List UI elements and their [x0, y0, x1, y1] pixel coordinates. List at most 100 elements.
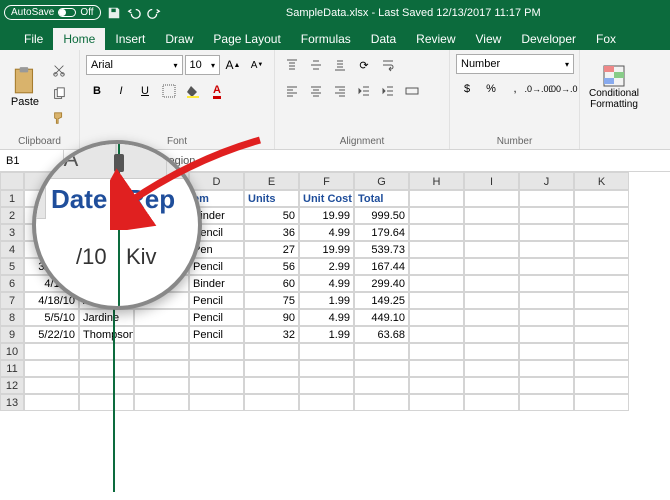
- cell[interactable]: [79, 377, 134, 394]
- row-header[interactable]: 1: [0, 190, 24, 207]
- cell[interactable]: [464, 309, 519, 326]
- cell[interactable]: [409, 258, 464, 275]
- borders-icon[interactable]: [158, 80, 180, 102]
- cell[interactable]: [409, 241, 464, 258]
- cell[interactable]: [519, 292, 574, 309]
- cell[interactable]: 5/22/10: [24, 326, 79, 343]
- cell[interactable]: [409, 343, 464, 360]
- cell[interactable]: [464, 275, 519, 292]
- cell[interactable]: [574, 292, 629, 309]
- row-header[interactable]: 4: [0, 241, 24, 258]
- underline-button[interactable]: U: [134, 80, 156, 102]
- format-painter-icon[interactable]: [48, 107, 70, 129]
- increase-decimal-icon[interactable]: .0→.00: [528, 78, 550, 100]
- cell[interactable]: 1.99: [299, 326, 354, 343]
- cell[interactable]: 36: [244, 224, 299, 241]
- cut-icon[interactable]: [48, 59, 70, 81]
- row-header[interactable]: 7: [0, 292, 24, 309]
- column-header[interactable]: K: [574, 172, 629, 190]
- align-bottom-icon[interactable]: [329, 54, 351, 76]
- cell[interactable]: [409, 377, 464, 394]
- row-header[interactable]: 10: [0, 343, 24, 360]
- cell[interactable]: [354, 360, 409, 377]
- tab-fox[interactable]: Fox: [586, 28, 626, 50]
- cell[interactable]: 56: [244, 258, 299, 275]
- cell[interactable]: [409, 360, 464, 377]
- cell[interactable]: [464, 360, 519, 377]
- cell[interactable]: [189, 343, 244, 360]
- cell[interactable]: 539.73: [354, 241, 409, 258]
- autosave-toggle[interactable]: AutoSave Off: [4, 5, 101, 20]
- cell[interactable]: [24, 394, 79, 411]
- cell[interactable]: 32: [244, 326, 299, 343]
- column-header[interactable]: J: [519, 172, 574, 190]
- font-size-combo[interactable]: 10▾: [185, 55, 221, 75]
- align-middle-icon[interactable]: [305, 54, 327, 76]
- cell[interactable]: [574, 309, 629, 326]
- cell[interactable]: [574, 190, 629, 207]
- fill-color-icon[interactable]: [182, 80, 204, 102]
- cell[interactable]: [519, 309, 574, 326]
- tab-developer[interactable]: Developer: [511, 28, 586, 50]
- row-header[interactable]: 8: [0, 309, 24, 326]
- cell[interactable]: [519, 326, 574, 343]
- cell[interactable]: [409, 275, 464, 292]
- row-header[interactable]: 11: [0, 360, 24, 377]
- tab-page-layout[interactable]: Page Layout: [203, 28, 290, 50]
- row-header[interactable]: 5: [0, 258, 24, 275]
- row-header[interactable]: 13: [0, 394, 24, 411]
- conditional-formatting-button[interactable]: Conditional Formatting: [586, 54, 642, 120]
- select-all-corner[interactable]: [0, 172, 24, 190]
- cell[interactable]: [79, 343, 134, 360]
- cell[interactable]: [519, 190, 574, 207]
- decrease-decimal-icon[interactable]: .00→.0: [552, 78, 574, 100]
- cell[interactable]: [189, 394, 244, 411]
- cell[interactable]: 4.99: [299, 275, 354, 292]
- tab-view[interactable]: View: [466, 28, 512, 50]
- save-icon[interactable]: [107, 6, 121, 20]
- cell[interactable]: 27: [244, 241, 299, 258]
- cell[interactable]: 999.50: [354, 207, 409, 224]
- cell[interactable]: 149.25: [354, 292, 409, 309]
- cell[interactable]: 1.99: [299, 292, 354, 309]
- cell[interactable]: [519, 394, 574, 411]
- increase-font-icon[interactable]: A▲: [222, 54, 244, 76]
- cell[interactable]: Jardine: [79, 309, 134, 326]
- cell[interactable]: [464, 258, 519, 275]
- orientation-icon[interactable]: ⟳: [353, 54, 375, 76]
- row-header[interactable]: 2: [0, 207, 24, 224]
- cell[interactable]: [134, 309, 189, 326]
- cell[interactable]: [244, 394, 299, 411]
- cell[interactable]: [409, 207, 464, 224]
- copy-icon[interactable]: [48, 83, 70, 105]
- percent-format-icon[interactable]: %: [480, 78, 502, 100]
- cell[interactable]: [299, 343, 354, 360]
- cell[interactable]: [574, 360, 629, 377]
- cell[interactable]: 2.99: [299, 258, 354, 275]
- cell[interactable]: Pencil: [189, 326, 244, 343]
- cell[interactable]: [574, 377, 629, 394]
- cell[interactable]: [134, 343, 189, 360]
- cell[interactable]: [464, 241, 519, 258]
- cell[interactable]: [574, 275, 629, 292]
- cell[interactable]: [464, 292, 519, 309]
- align-right-icon[interactable]: [329, 80, 351, 102]
- cell[interactable]: [519, 343, 574, 360]
- tab-review[interactable]: Review: [406, 28, 465, 50]
- merge-icon[interactable]: [401, 80, 423, 102]
- number-format-combo[interactable]: Number▾: [456, 54, 574, 74]
- cell[interactable]: Unit Cost: [299, 190, 354, 207]
- cell[interactable]: [519, 360, 574, 377]
- cell[interactable]: 60: [244, 275, 299, 292]
- cell[interactable]: [519, 377, 574, 394]
- cell[interactable]: 19.99: [299, 241, 354, 258]
- cell[interactable]: [409, 224, 464, 241]
- cell[interactable]: [244, 343, 299, 360]
- cell[interactable]: 4.99: [299, 224, 354, 241]
- cell[interactable]: [134, 377, 189, 394]
- cell[interactable]: 19.99: [299, 207, 354, 224]
- align-top-icon[interactable]: [281, 54, 303, 76]
- cell[interactable]: 179.64: [354, 224, 409, 241]
- accounting-format-icon[interactable]: $: [456, 78, 478, 100]
- column-header[interactable]: F: [299, 172, 354, 190]
